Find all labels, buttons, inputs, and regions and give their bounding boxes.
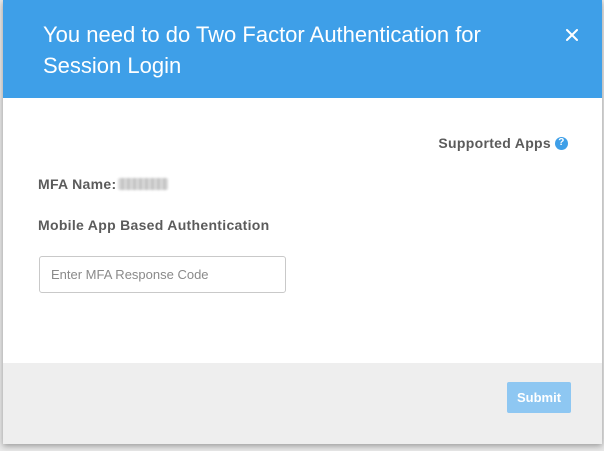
modal-footer: Submit: [3, 363, 602, 444]
mfa-name: MFA Name:: [38, 176, 169, 192]
auth-method-heading: Mobile App Based Authentication: [38, 217, 270, 233]
mfa-modal: You need to do Two Factor Authentication…: [3, 0, 602, 444]
mfa-response-input[interactable]: [39, 256, 286, 293]
submit-button[interactable]: Submit: [507, 382, 571, 413]
mfa-name-label: MFA Name:: [38, 176, 117, 192]
supported-apps: Supported Apps ?: [438, 135, 568, 151]
modal-header: You need to do Two Factor Authentication…: [3, 0, 602, 98]
modal-body: Supported Apps ? MFA Name: Mobile App Ba…: [3, 98, 602, 363]
help-icon[interactable]: ?: [555, 136, 568, 150]
close-icon: [566, 29, 578, 41]
supported-apps-label: Supported Apps: [438, 135, 551, 151]
mfa-name-value-redacted: [118, 178, 169, 190]
close-button[interactable]: [561, 24, 583, 46]
modal-title: You need to do Two Factor Authentication…: [43, 22, 481, 78]
